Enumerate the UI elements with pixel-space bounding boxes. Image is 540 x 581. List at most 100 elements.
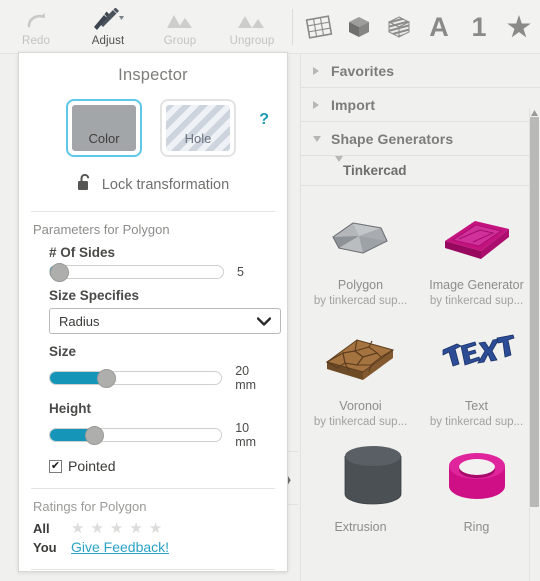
shape-name: Ring (463, 520, 490, 534)
size-slider-knob[interactable] (97, 369, 116, 388)
ratings-all-row: All ★ ★ ★ ★ ★ (33, 521, 273, 536)
sidebar-subitem-tinkercad[interactable]: Tinkercad (301, 155, 540, 186)
sidebar-item-import[interactable]: Import (301, 88, 540, 122)
ungroup-button[interactable]: Ungroup (216, 0, 288, 54)
group-button[interactable]: Group (144, 0, 216, 54)
shape-name: Polygon (337, 278, 384, 292)
star-favorite-icon[interactable]: ★ (499, 0, 539, 54)
voronoi-plate-thumbnail (311, 313, 411, 397)
toolbar-left-group: Redo Adjust Group Ungroup (0, 0, 299, 54)
app-root: Redo Adjust Group Ungroup A 1 ★ Favorite… (0, 0, 540, 581)
color-swatch-label: Color (88, 131, 120, 146)
star-favorite-glyph: ★ (506, 11, 532, 42)
parameters-heading: Parameters for Polygon (33, 222, 170, 237)
favorites-label: Favorites (331, 62, 395, 79)
workplane-grid-icon[interactable] (299, 0, 339, 54)
inspector-panel: Inspector Color Hole ? Lock transformati… (18, 52, 288, 572)
chevron-down-icon (335, 155, 343, 180)
help-icon[interactable]: ? (259, 111, 269, 129)
give-feedback-link[interactable]: Give Feedback! (71, 539, 169, 555)
sidebar-item-shape-generators[interactable]: Shape Generators (301, 122, 540, 156)
adjust-tools-icon (91, 7, 125, 33)
top-toolbar: Redo Adjust Group Ungroup A 1 ★ (0, 0, 540, 54)
ratings-all-label: All (33, 521, 50, 536)
shape-name: Text (465, 399, 488, 413)
height-slider-knob[interactable] (84, 426, 104, 445)
sides-label: # Of Sides (49, 245, 116, 260)
open-padlock-icon (77, 173, 93, 197)
shape-card-extrusion[interactable]: Extrusion (304, 434, 417, 537)
size-specifies-select[interactable]: Radius (49, 308, 281, 334)
shape-card-text[interactable]: Text by tinkercad sup... (420, 313, 533, 428)
scroll-up-arrow-icon[interactable] (530, 109, 539, 116)
parameters-section: Parameters for Polygon # Of Sides 5 Size… (19, 212, 287, 474)
star-icon[interactable]: ★ (149, 521, 162, 536)
size-slider-row: 20 mm (49, 364, 273, 392)
page-title: Inspector (118, 66, 188, 84)
size-value: 20 mm (235, 364, 257, 392)
pointed-checkbox[interactable]: ✔ (49, 459, 62, 473)
toolbar-divider (292, 9, 293, 45)
scrollbar-thumb[interactable] (530, 117, 539, 507)
shape-author: by tinkercad sup... (429, 416, 524, 428)
star-icon[interactable]: ★ (90, 521, 103, 536)
pointed-label: Pointed (68, 458, 116, 474)
shape-generators-label: Shape Generators (331, 130, 454, 147)
lock-transformation-row[interactable]: Lock transformation (19, 173, 287, 197)
star-icon[interactable]: ★ (129, 521, 142, 536)
ungroup-shapes-icon (236, 7, 268, 33)
size-specifies-select-wrap: Radius (49, 308, 281, 334)
shape-author: by tinkercad sup... (313, 416, 408, 428)
shape-card-image-generator[interactable]: Image Generator by tinkercad sup... (420, 192, 533, 307)
height-label: Height (49, 401, 91, 416)
shape-name: Voronoi (339, 399, 382, 413)
size-slider[interactable] (49, 369, 223, 388)
polygon-prism-thumbnail (311, 192, 411, 276)
text-letter-a-icon[interactable]: A (419, 0, 459, 54)
shape-author: by tinkercad sup... (313, 295, 408, 307)
group-label: Group (163, 35, 197, 47)
appearance-swatches: Color Hole ? (19, 99, 287, 157)
import-label: Import (331, 96, 376, 113)
adjust-label: Adjust (91, 35, 125, 47)
ungroup-label: Ungroup (229, 35, 275, 47)
hole-swatch-button[interactable]: Hole (160, 99, 236, 157)
ratings-heading: Ratings for Polygon (33, 499, 147, 514)
library-scrollbar[interactable] (529, 108, 540, 581)
ring-torus-thumbnail (427, 434, 527, 518)
star-icon[interactable]: ★ (110, 521, 123, 536)
sidebar-item-favorites[interactable]: Favorites (301, 54, 540, 88)
solid-cube-icon[interactable] (339, 0, 379, 54)
height-slider-row: 10 mm (49, 421, 273, 449)
color-swatch-button[interactable]: Color (66, 99, 142, 157)
ratings-you-row: You Give Feedback! (33, 539, 273, 555)
checkmark-icon: ✔ (50, 459, 61, 472)
size-label: Size (49, 344, 77, 359)
sides-slider-row: 5 (49, 263, 273, 282)
chevron-right-icon (313, 100, 331, 109)
shape-library-panel: Favorites Import Shape Generators Tinker… (300, 54, 540, 581)
number-one-icon[interactable]: 1 (459, 0, 499, 54)
tinkercad-label: Tinkercad (343, 163, 407, 178)
pointed-checkbox-row[interactable]: ✔ Pointed (49, 458, 273, 474)
star-icon[interactable]: ★ (71, 521, 84, 536)
shape-card-voronoi[interactable]: Voronoi by tinkercad sup... (304, 313, 417, 428)
shape-author: by tinkercad sup... (429, 295, 524, 307)
redo-button[interactable]: Redo (0, 0, 72, 54)
shape-grid: Polygon by tinkercad sup... Image Genera… (301, 186, 540, 543)
chevron-right-icon (313, 66, 331, 75)
toolbar-right-group: A 1 ★ (299, 0, 539, 54)
shape-card-ring[interactable]: Ring (420, 434, 533, 537)
sides-slider-knob[interactable] (50, 263, 69, 282)
text-letter-a-glyph: A (429, 11, 449, 42)
rating-stars[interactable]: ★ ★ ★ ★ ★ (71, 521, 162, 536)
shape-card-polygon[interactable]: Polygon by tinkercad sup... (304, 192, 417, 307)
text-3d-thumbnail (427, 313, 527, 397)
striped-cube-icon[interactable] (379, 0, 419, 54)
image-generator-plate-thumbnail (427, 192, 527, 276)
sides-slider[interactable] (49, 263, 224, 282)
height-slider[interactable] (49, 426, 223, 445)
credits-section: Community developed by tinkercad support… (19, 570, 287, 571)
adjust-button[interactable]: Adjust (72, 0, 144, 54)
extrusion-cylinder-thumbnail (311, 434, 411, 518)
